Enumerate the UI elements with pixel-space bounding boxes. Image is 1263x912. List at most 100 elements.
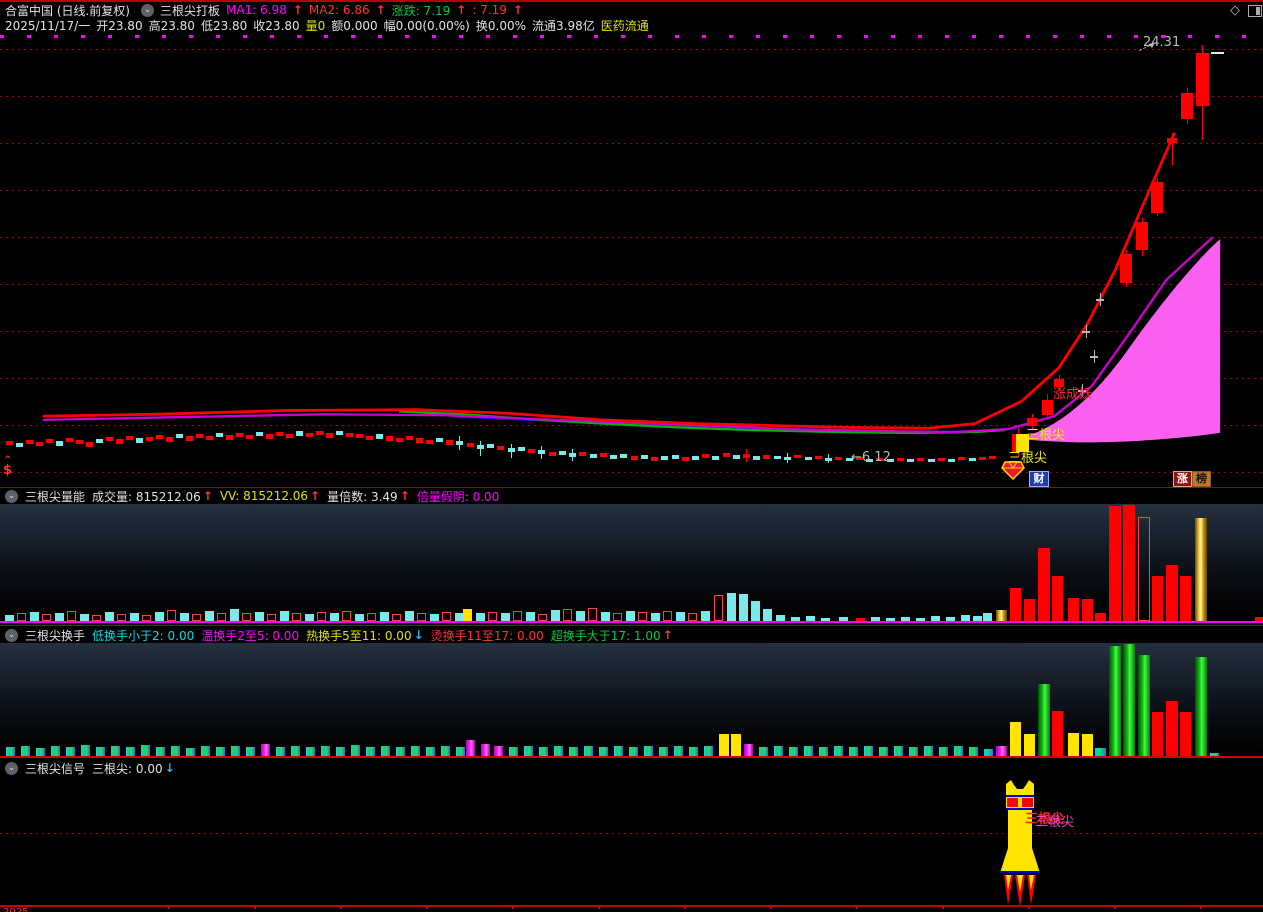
histogram-bar [563, 609, 572, 621]
candle-body [236, 433, 243, 437]
histogram-bar [538, 614, 547, 621]
histogram-bar [601, 612, 610, 621]
candle-body [1120, 254, 1132, 283]
candle-body [116, 439, 123, 444]
signal-plot-area[interactable]: 三根尖 三根尖 [0, 777, 1263, 905]
turnover-warm: 温换手2至5: 0.00 [201, 627, 299, 644]
histogram-bar [141, 745, 150, 756]
histogram-bar [230, 609, 239, 621]
candle-body [897, 458, 904, 461]
histogram-bar [1180, 712, 1191, 756]
quote-sector[interactable]: 医药流通 [601, 17, 649, 34]
candle-body [6, 441, 13, 445]
volume-panel-header: ⌄ 三根尖量能 成交量: 815212.06↑ VV: 815212.06↑ 量… [0, 488, 1263, 504]
candle-body [590, 454, 597, 458]
main-candle-chart[interactable]: 24.31 ←6.12 涨成妖 三根尖 三根尖 ^ $ 财 涨 榜 [0, 33, 1263, 487]
time-axis-tick [512, 905, 514, 909]
histogram-bar [909, 747, 918, 756]
time-axis-tick [856, 905, 858, 909]
candle-body [763, 455, 770, 459]
histogram-bar [689, 747, 698, 756]
candle-body [26, 440, 33, 444]
time-axis-tick [1028, 905, 1030, 909]
candle-body [487, 444, 494, 448]
collapse-volume-icon[interactable]: ⌄ [5, 490, 18, 503]
ma2-value: MA2: 6.86 [309, 3, 370, 17]
turnover-plot-area[interactable] [0, 643, 1263, 757]
collapse-turnover-icon[interactable]: ⌄ [5, 629, 18, 642]
candle-body [1136, 222, 1148, 250]
histogram-bar [1138, 655, 1150, 756]
candle-body [518, 447, 525, 451]
histogram-bar [739, 594, 748, 621]
signal-panel-name[interactable]: 三根尖信号 [25, 760, 85, 777]
histogram-bar [719, 734, 729, 756]
histogram-bar [1052, 711, 1063, 756]
time-axis-tick [426, 905, 428, 909]
badge-zhang[interactable]: 涨 [1173, 471, 1192, 487]
candle-body [733, 455, 740, 459]
histogram-bar [819, 747, 828, 756]
histogram-bar [1082, 599, 1093, 621]
histogram-bar [417, 613, 426, 621]
histogram-bar [411, 746, 420, 756]
fake-yin: 倍量假阴: 0.00 [417, 488, 500, 505]
histogram-bar [367, 613, 376, 621]
ma-green-line [399, 411, 1005, 432]
candle-body [456, 441, 463, 445]
indicator-name[interactable]: 三根尖打板 [160, 2, 220, 19]
candle-body [446, 440, 453, 445]
histogram-bar [1010, 722, 1021, 756]
volume-panel-name[interactable]: 三根尖量能 [25, 488, 85, 505]
candle-body [306, 433, 313, 437]
histogram-bar [759, 747, 768, 756]
histogram-bar [744, 744, 753, 756]
badge-bang[interactable]: 榜 [1192, 471, 1211, 487]
quote-amount: 额0.000 [331, 17, 377, 34]
candle-body [682, 457, 689, 461]
time-axis-tick [598, 905, 600, 909]
rocket-icon [996, 778, 1044, 907]
candle-body [835, 457, 842, 460]
histogram-bar [51, 746, 60, 756]
histogram-bar [676, 612, 685, 621]
candle-body [477, 445, 484, 449]
histogram-bar [171, 746, 180, 756]
candle-body [1196, 53, 1209, 106]
histogram-bar [456, 747, 465, 756]
ma2-arrow: ↑ [376, 3, 386, 17]
histogram-bar [714, 595, 723, 621]
collapse-signal-icon[interactable]: ⌄ [5, 762, 18, 775]
quote-date: 2025/11/17/一 [5, 17, 90, 34]
histogram-bar [789, 747, 798, 756]
histogram-bar [663, 611, 672, 621]
volume-baseline [0, 621, 1263, 623]
histogram-bar [21, 746, 30, 756]
candle-body [1151, 182, 1163, 213]
diamond-icon[interactable]: ◇ [1230, 3, 1240, 18]
histogram-bar [1010, 588, 1021, 621]
candle-body [1167, 138, 1177, 143]
histogram-bar [466, 740, 475, 756]
histogram-bar [849, 747, 858, 756]
collapse-main-icon[interactable]: ⌄ [141, 4, 154, 17]
candle-body [948, 459, 955, 462]
candle-body [266, 434, 273, 439]
candle-body [146, 437, 153, 441]
volume-bars [0, 504, 1263, 621]
candle-body [336, 431, 343, 435]
histogram-bar [629, 747, 638, 756]
candle-body [989, 456, 996, 459]
time-axis-tick [168, 905, 170, 909]
time-axis-tick [684, 905, 686, 909]
candle-body [712, 456, 719, 460]
panel-layout-icon[interactable] [1248, 5, 1262, 17]
candle-body [426, 440, 433, 444]
candle-body [743, 454, 750, 458]
time-axis-tick [1114, 905, 1116, 909]
histogram-bar [1195, 518, 1207, 621]
badge-cai[interactable]: 财 [1029, 471, 1049, 487]
histogram-bar [1095, 748, 1106, 756]
turnover-panel-name[interactable]: 三根尖换手 [25, 627, 85, 644]
volume-plot-area[interactable] [0, 504, 1263, 622]
